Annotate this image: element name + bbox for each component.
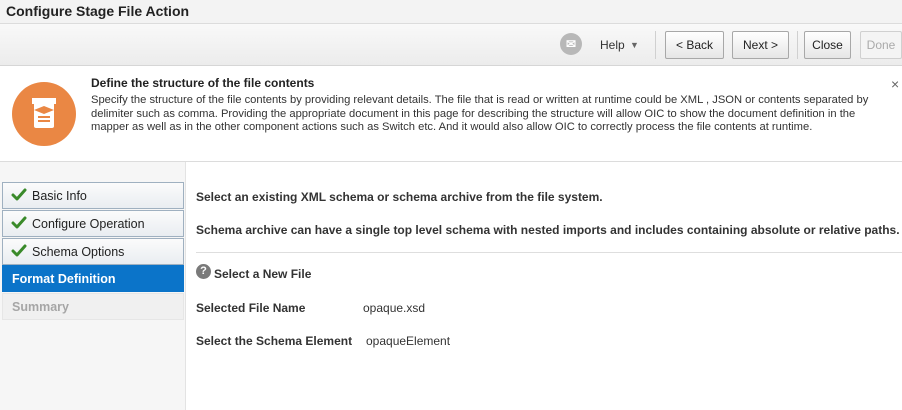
close-button[interactable]: Close	[804, 31, 851, 59]
step-label: Schema Options	[32, 245, 125, 259]
selected-file-label: Selected File Name	[196, 301, 306, 315]
done-button[interactable]: Done	[860, 31, 902, 59]
question-icon[interactable]: ?	[196, 264, 211, 279]
toolbar-divider	[655, 31, 656, 59]
archive-note: Schema archive can have a single top lev…	[196, 223, 900, 237]
step-schema-options[interactable]: Schema Options	[2, 238, 184, 265]
main-content: Select an existing XML schema or schema …	[186, 170, 902, 410]
info-banner: Define the structure of the file content…	[0, 66, 902, 162]
checkmark-icon	[11, 188, 27, 201]
title-bar: Configure Stage File Action	[0, 0, 902, 24]
toolbar-divider	[797, 31, 798, 59]
info-title: Define the structure of the file content…	[91, 76, 315, 90]
chevron-down-icon[interactable]: ▼	[630, 40, 639, 50]
oracle-help-icon[interactable]: ✉	[560, 33, 582, 55]
intro-text: Select an existing XML schema or schema …	[196, 190, 603, 204]
step-summary: Summary	[2, 293, 184, 320]
step-basic-info[interactable]: Basic Info	[2, 182, 184, 209]
info-description: Specify the structure of the file conten…	[91, 94, 869, 133]
window-title: Configure Stage File Action	[6, 3, 190, 19]
step-format-definition[interactable]: Format Definition	[2, 265, 184, 292]
step-configure-operation[interactable]: Configure Operation	[2, 210, 184, 237]
schema-element-value[interactable]: opaqueElement	[366, 334, 450, 348]
checkmark-icon	[11, 216, 27, 229]
checkmark-icon	[11, 244, 27, 257]
toolbar: ✉ Help ▼ < Back Next > Close Done	[0, 24, 902, 66]
wizard-steps: Basic Info Configure Operation Schema Op…	[0, 162, 186, 410]
section-divider	[196, 252, 902, 253]
select-new-file-heading: Select a New File	[214, 267, 312, 281]
schema-element-label: Select the Schema Element	[196, 334, 353, 348]
step-label: Configure Operation	[32, 217, 145, 231]
document-definition-icon	[12, 82, 76, 146]
step-label: Summary	[12, 300, 69, 314]
help-menu[interactable]: Help	[600, 38, 625, 52]
step-label: Format Definition	[12, 272, 116, 286]
step-label: Basic Info	[32, 189, 87, 203]
close-icon[interactable]: ×	[891, 76, 899, 92]
selected-file-value: opaque.xsd	[363, 301, 426, 315]
back-button[interactable]: < Back	[665, 31, 724, 59]
next-button[interactable]: Next >	[732, 31, 789, 59]
